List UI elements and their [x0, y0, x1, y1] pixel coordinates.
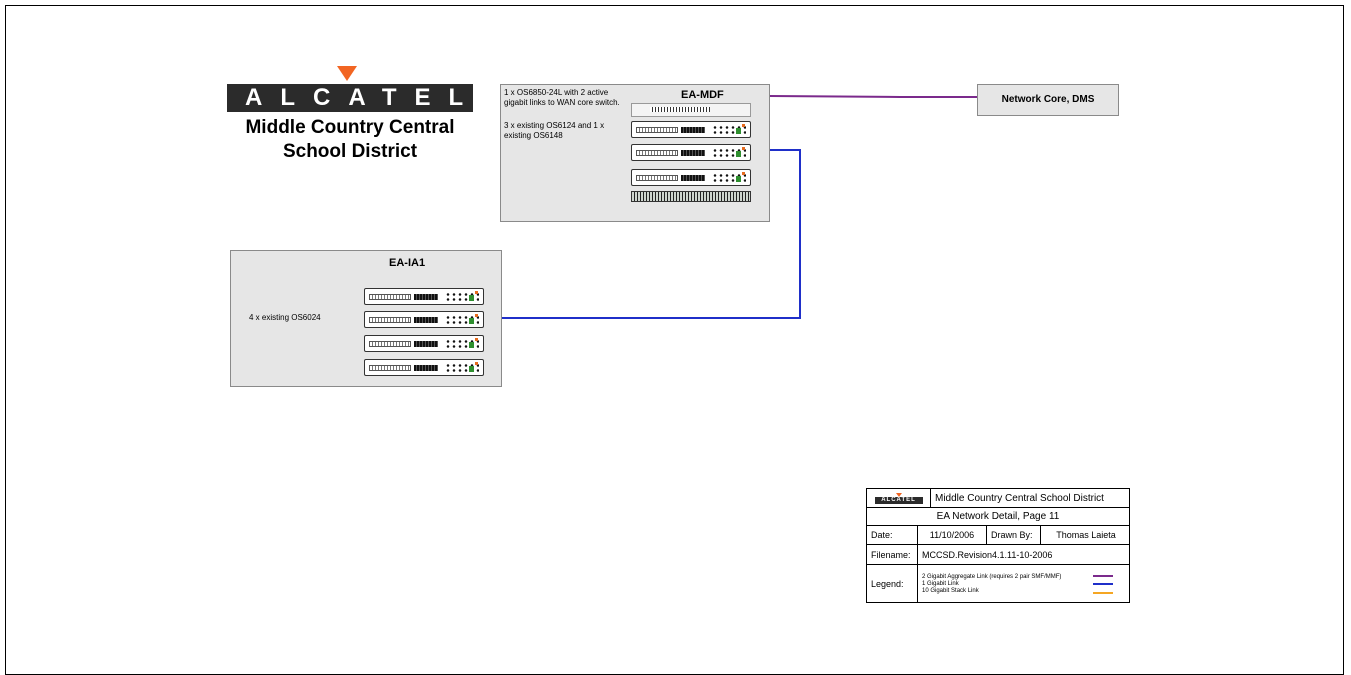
drawn-by-value: Thomas Laieta [1056, 530, 1116, 540]
alcatel-logo: ALCATEL Middle Country Central School Di… [225, 66, 475, 164]
logo-triangle-icon [337, 66, 357, 81]
legend-swatch-gigabit [1093, 583, 1113, 585]
switch-os6024[interactable] [364, 311, 484, 328]
switch-os6024[interactable] [364, 335, 484, 352]
switch-os6124[interactable] [631, 169, 751, 186]
legend-item-gigabit: 1 Gigabit Link [922, 580, 959, 587]
aggregate-link[interactable] [769, 95, 977, 98]
title-logo: ALCATEL [874, 496, 923, 504]
switch-os6850[interactable] [631, 103, 751, 117]
date-label: Date: [867, 526, 918, 544]
site-ea-mdf[interactable]: EA-MDF 1 x OS6850-24L with 2 active giga… [500, 84, 770, 222]
site-note: 4 x existing OS6024 [249, 313, 321, 322]
page-title: EA Network Detail, Page 11 [936, 511, 1060, 522]
site-note: 1 x OS6850-24L with 2 active gigabit lin… [504, 88, 620, 107]
organization-line-1: Middle Country Central [245, 117, 455, 138]
organization-line-2: School District [282, 141, 418, 162]
legend-item-stack: 10 Gigabit Stack Link [922, 587, 979, 594]
logo-wordmark: ALCATEL [227, 84, 473, 112]
legend-label: Legend: [867, 565, 918, 603]
title-organization: Middle Country Central School District [935, 492, 1104, 504]
title-block: ALCATEL Middle Country Central School Di… [866, 488, 1130, 603]
drawn-by-label: Drawn By: [987, 526, 1041, 544]
date-value: 11/10/2006 [918, 526, 987, 544]
legend-swatch-aggregate [1093, 575, 1113, 577]
switch-os6124[interactable] [631, 144, 751, 161]
switch-os6024[interactable] [364, 288, 484, 305]
filename-value: MCCSD.Revision4.1.11-10-2006 [922, 549, 1053, 560]
switch-os6024[interactable] [364, 359, 484, 376]
legend-item-aggregate: 2 Gigabit Aggregate Link (requires 2 pai… [922, 573, 1062, 580]
organization-name: Middle Country Central School District [225, 116, 475, 164]
site-title: EA-IA1 [389, 257, 426, 269]
network-core-node[interactable]: Network Core, DMS [977, 84, 1119, 116]
switch-os6124[interactable] [631, 121, 751, 138]
site-note: 3 x existing OS6124 and 1 x existing OS6… [504, 121, 605, 140]
site-ea-ia1[interactable]: EA-IA1 4 x existing OS6024 [230, 250, 502, 387]
site-title: EA-MDF [681, 89, 724, 101]
switch-os6148[interactable] [631, 191, 751, 202]
legend-swatch-stack [1093, 592, 1113, 594]
filename-label: Filename: [867, 545, 918, 564]
